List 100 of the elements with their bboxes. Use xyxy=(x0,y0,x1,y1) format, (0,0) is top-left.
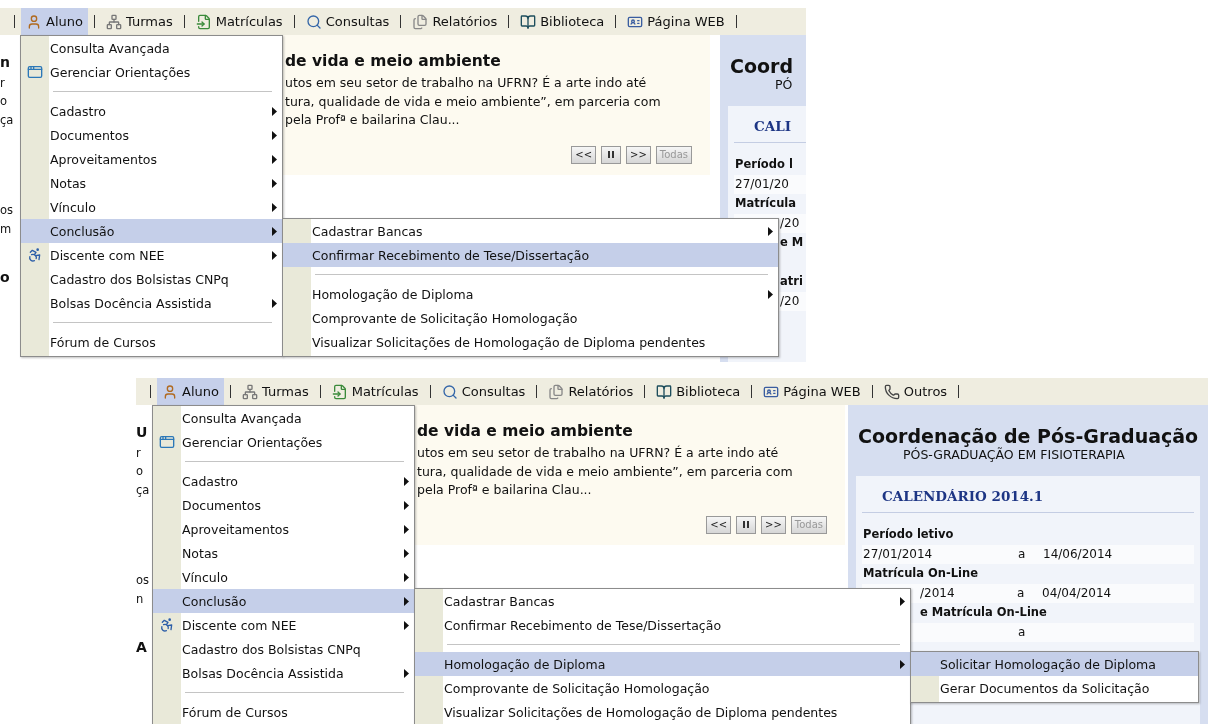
menu-item[interactable]: Conclusão xyxy=(21,219,282,243)
menu-item[interactable]: Vínculo xyxy=(21,195,282,219)
calendar-label: Período letivo xyxy=(862,526,955,543)
menu-item[interactable]: Gerenciar Orientações xyxy=(153,430,414,454)
menu-item[interactable]: Notas xyxy=(21,171,282,195)
menu-item[interactable]: Aproveitamentos xyxy=(153,517,414,541)
phone-icon xyxy=(883,383,900,400)
text-fragment: ça xyxy=(136,481,150,499)
date-cell-text: 27/01/2014 xyxy=(863,545,934,563)
calendar-label: e M xyxy=(779,234,805,251)
menu-item[interactable]: Conclusão xyxy=(153,589,414,613)
nav-button[interactable]: >> xyxy=(761,515,786,534)
text-fragment: A xyxy=(136,638,147,657)
pause-icon xyxy=(608,151,614,158)
menu-item[interactable]: Bolsas Docência Assistida xyxy=(153,661,414,685)
menu-bar-item[interactable]: Consultas xyxy=(300,8,395,35)
menu-item[interactable]: Consulta Avançada xyxy=(21,36,282,60)
menu-item[interactable]: Documentos xyxy=(153,493,414,517)
documents-icon xyxy=(548,383,565,400)
menu-item[interactable]: Solicitar Homologação de Diploma xyxy=(911,652,1198,676)
menu-item[interactable]: Gerenciar Orientações xyxy=(21,60,282,84)
date-cell-text: /20 xyxy=(780,214,801,232)
menu-item[interactable]: Visualizar Solicitações de Homologação de Diploma pendentes xyxy=(283,330,778,354)
text-fragment: U xyxy=(136,423,148,442)
news-text: utos em seu setor de trabalho na UFRN? É a arte indo até xyxy=(285,74,648,92)
menu-item[interactable]: Documentos xyxy=(21,123,282,147)
network-icon xyxy=(105,13,122,30)
menu-item[interactable]: Bolsas Docência Assistida xyxy=(21,291,282,315)
text-fragment: ça xyxy=(0,111,14,129)
menu-item[interactable]: Cadastrar Bancas xyxy=(283,219,778,243)
panel-title: Coord xyxy=(729,55,795,77)
nav-button[interactable]: << xyxy=(571,145,596,164)
menu-bar-item[interactable]: Matrículas xyxy=(326,378,424,405)
user-icon xyxy=(26,13,42,30)
menu-bar-item[interactable]: Turmas xyxy=(100,8,178,35)
news-text: pela Profª e bailarina Clau... xyxy=(417,481,593,499)
menu-item[interactable]: Visualizar Solicitações de Homologação de Diploma pendentes xyxy=(415,700,910,724)
menu-bar-item[interactable]: Turmas xyxy=(236,378,314,405)
book-icon xyxy=(520,13,537,30)
documents-icon xyxy=(412,13,429,30)
menu-bar-item[interactable]: Relatórios xyxy=(407,8,503,35)
menu-item[interactable]: Aproveitamentos xyxy=(21,147,282,171)
calendar-label: atri xyxy=(779,273,804,290)
menu-item[interactable]: Comprovante de Solicitação Homologação xyxy=(415,676,910,700)
menu-bar-item[interactable]: Outros xyxy=(878,378,953,405)
menu-bar-item[interactable]: Matrículas xyxy=(190,8,288,35)
menu-bar-item[interactable]: Biblioteca xyxy=(651,378,746,405)
menu-item[interactable]: Cadastro xyxy=(153,469,414,493)
window-icon xyxy=(27,64,43,80)
search-icon xyxy=(305,13,322,30)
date-cell-text: 27/01/20 xyxy=(735,175,790,193)
menu-bar-item[interactable]: Aluno xyxy=(21,8,88,35)
file-arrow-icon xyxy=(195,13,212,30)
menu-item[interactable]: Consulta Avançada xyxy=(153,406,414,430)
news-title: de vida e meio ambiente xyxy=(417,422,634,440)
text-fragment: r xyxy=(136,444,141,462)
text-fragment: o xyxy=(0,268,10,287)
news-text: pela Profª e bailarina Clau... xyxy=(285,111,461,129)
accessibility-icon xyxy=(159,617,175,633)
text-fragment: m xyxy=(0,220,12,238)
menu-item[interactable]: Notas xyxy=(153,541,414,565)
menu-item[interactable]: Fórum de Cursos xyxy=(21,330,282,354)
menu-item[interactable]: Cadastrar Bancas xyxy=(415,589,910,613)
panel-title: Coordenação de Pós-Graduação xyxy=(857,425,1200,447)
menu-item[interactable]: Homologação de Diploma xyxy=(283,282,778,306)
user-icon xyxy=(162,383,178,400)
menu-item[interactable]: Cadastro dos Bolsistas CNPq xyxy=(21,267,282,291)
nav-button[interactable]: << xyxy=(706,515,731,534)
date-cell-text: 04/04/2014 xyxy=(1042,584,1113,602)
text-fragment: o xyxy=(0,93,8,110)
menu-item[interactable]: Gerar Documentos da Solicitação xyxy=(911,676,1198,700)
menu-item[interactable]: Cadastro dos Bolsistas CNPq xyxy=(153,637,414,661)
pause-button[interactable] xyxy=(601,145,621,164)
menu-item[interactable]: Cadastro xyxy=(21,99,282,123)
calendar-label: Matrícula On-Line xyxy=(862,565,980,582)
menu-item[interactable]: Homologação de Diploma xyxy=(415,652,910,676)
news-title: de vida e meio ambiente xyxy=(285,52,502,70)
menu-item[interactable]: Vínculo xyxy=(153,565,414,589)
menu-bar-item[interactable]: Aluno xyxy=(157,378,224,405)
menu-bar-item[interactable]: Página WEB xyxy=(622,8,730,35)
menu-item[interactable]: Confirmar Recebimento de Tese/Dissertação xyxy=(415,613,910,637)
menu-bar-item[interactable]: Biblioteca xyxy=(515,8,610,35)
menu-item[interactable]: Fórum de Cursos xyxy=(153,700,414,724)
window-icon xyxy=(159,434,175,450)
calendar-label: Período l xyxy=(734,156,794,173)
text-fragment: os xyxy=(0,202,14,219)
pause-icon xyxy=(743,521,749,528)
menu-bar-item[interactable]: Consultas xyxy=(436,378,531,405)
news-text: tura, qualidade de vida e meio ambiente”, em parceria com xyxy=(417,462,794,481)
menu-item[interactable]: Comprovante de Solicitação Homologação xyxy=(283,306,778,330)
menu-bar-item[interactable]: Relatórios xyxy=(543,378,639,405)
date-separator: a xyxy=(1017,584,1026,602)
text-fragment: n xyxy=(0,53,10,72)
menu-item[interactable]: Discente com NEE xyxy=(153,613,414,637)
date-cell-text: /20 xyxy=(780,292,801,310)
nav-button[interactable]: >> xyxy=(626,145,651,164)
menu-bar-item[interactable]: Página WEB xyxy=(758,378,866,405)
pause-button[interactable] xyxy=(736,515,756,534)
menu-item[interactable]: Discente com NEE xyxy=(21,243,282,267)
menu-item[interactable]: Confirmar Recebimento de Tese/Dissertação xyxy=(283,243,778,267)
